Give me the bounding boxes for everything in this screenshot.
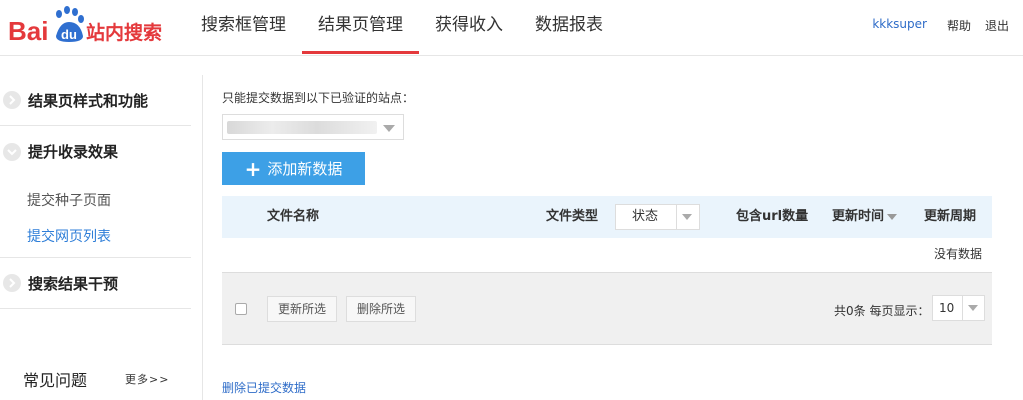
user-bar: kkksuper 帮助 退出	[872, 17, 1009, 34]
plus-icon: +	[244, 156, 262, 181]
sidebar-group-result-style: 结果页样式和功能	[0, 75, 191, 126]
dropdown-arrow-icon	[383, 125, 395, 132]
logo-site-search-text: 站内搜索	[86, 21, 162, 44]
empty-state-text: 没有数据	[933, 247, 982, 261]
nav-tab-3[interactable]: 数据报表	[519, 0, 619, 56]
state-filter-label: 状态	[632, 209, 659, 224]
column-period: 更新周期	[924, 209, 977, 224]
sort-down-icon	[887, 213, 898, 220]
pagination-info: 共0条 每页显示：	[834, 304, 930, 318]
divider	[962, 296, 963, 320]
chevron-right-icon	[3, 274, 21, 292]
column-filetype: 文件类型	[546, 209, 599, 224]
sidebar-item-label: 搜索结果干预	[28, 274, 119, 293]
table-footer-bar: 更新所选 删除所选 共0条 每页显示： 10	[222, 272, 992, 345]
sidebar-item-intervention[interactable]: 搜索结果干预	[0, 258, 191, 309]
page-size-value: 10	[939, 301, 955, 315]
site-hint-text: 只能提交数据到以下已验证的站点：	[222, 91, 415, 105]
sidebar-group-indexing: 提升收录效果 提交种子页面 提交网页列表	[0, 126, 191, 258]
sidebar: 结果页样式和功能 提升收录效果 提交种子页面 提交网页列表 搜索结果干预 常见问…	[0, 75, 203, 400]
logo-bai-text: Bai	[8, 16, 48, 46]
chevron-right-icon	[3, 91, 21, 109]
main-nav: 搜索框管理 结果页管理 获得收入 数据报表	[185, 0, 619, 56]
dropdown-arrow-icon	[968, 305, 978, 311]
top-header: Bai du 站内搜索 搜索框管理 结果页管理 获得收入 数据报表 kkksuper …	[0, 0, 1023, 56]
sidebar-sublist: 提交种子页面 提交网页列表	[0, 177, 191, 258]
baidu-logo[interactable]: Bai du 站内搜索	[8, 6, 168, 50]
table-header: 文件名称 文件类型 状态 包含url数量 更新时间 更新周期	[222, 196, 992, 238]
sidebar-item-label: 提升收录效果	[28, 143, 119, 161]
select-all-checkbox[interactable]	[235, 303, 247, 315]
site-select[interactable]	[222, 114, 404, 140]
column-updated-label: 更新时间	[832, 209, 885, 224]
sidebar-group-intervention: 搜索结果干预	[0, 258, 191, 309]
add-new-data-button[interactable]: + 添加新数据	[222, 152, 365, 185]
divider	[676, 205, 677, 229]
sidebar-item-submit-seed-pages[interactable]: 提交种子页面	[0, 183, 191, 219]
nav-tab-0[interactable]: 搜索框管理	[185, 0, 302, 56]
logout-link[interactable]: 退出	[985, 17, 1009, 34]
page-size-select[interactable]: 10	[932, 295, 985, 321]
sidebar-item-result-style[interactable]: 结果页样式和功能	[0, 75, 191, 126]
faq-more-link[interactable]: 更多>>	[125, 371, 169, 387]
sidebar-item-submit-page-list[interactable]: 提交网页列表	[0, 219, 191, 255]
help-link[interactable]: 帮助	[947, 17, 971, 34]
nav-tab-1[interactable]: 结果页管理	[302, 0, 419, 56]
add-new-data-label: 添加新数据	[267, 160, 343, 178]
sidebar-item-label: 结果页样式和功能	[28, 91, 149, 110]
delete-selected-button[interactable]: 删除所选	[346, 296, 417, 322]
column-filename: 文件名称	[267, 209, 320, 224]
column-url-count: 包含url数量	[736, 209, 809, 224]
chevron-down-icon	[3, 142, 21, 161]
nav-tab-2[interactable]: 获得收入	[419, 0, 519, 56]
dropdown-arrow-icon	[682, 214, 692, 220]
column-updated-sortable[interactable]: 更新时间	[832, 196, 898, 238]
username-link[interactable]: kkksuper	[872, 17, 927, 34]
faq-heading: 常见问题	[23, 371, 88, 390]
logo-du-text: du	[61, 27, 77, 42]
state-filter-select[interactable]: 状态	[615, 204, 700, 230]
update-selected-button[interactable]: 更新所选	[267, 296, 338, 322]
delete-submitted-data-link[interactable]: 删除已提交数据	[222, 379, 306, 396]
site-select-value-blurred	[227, 121, 377, 134]
sidebar-item-indexing[interactable]: 提升收录效果	[0, 126, 191, 177]
